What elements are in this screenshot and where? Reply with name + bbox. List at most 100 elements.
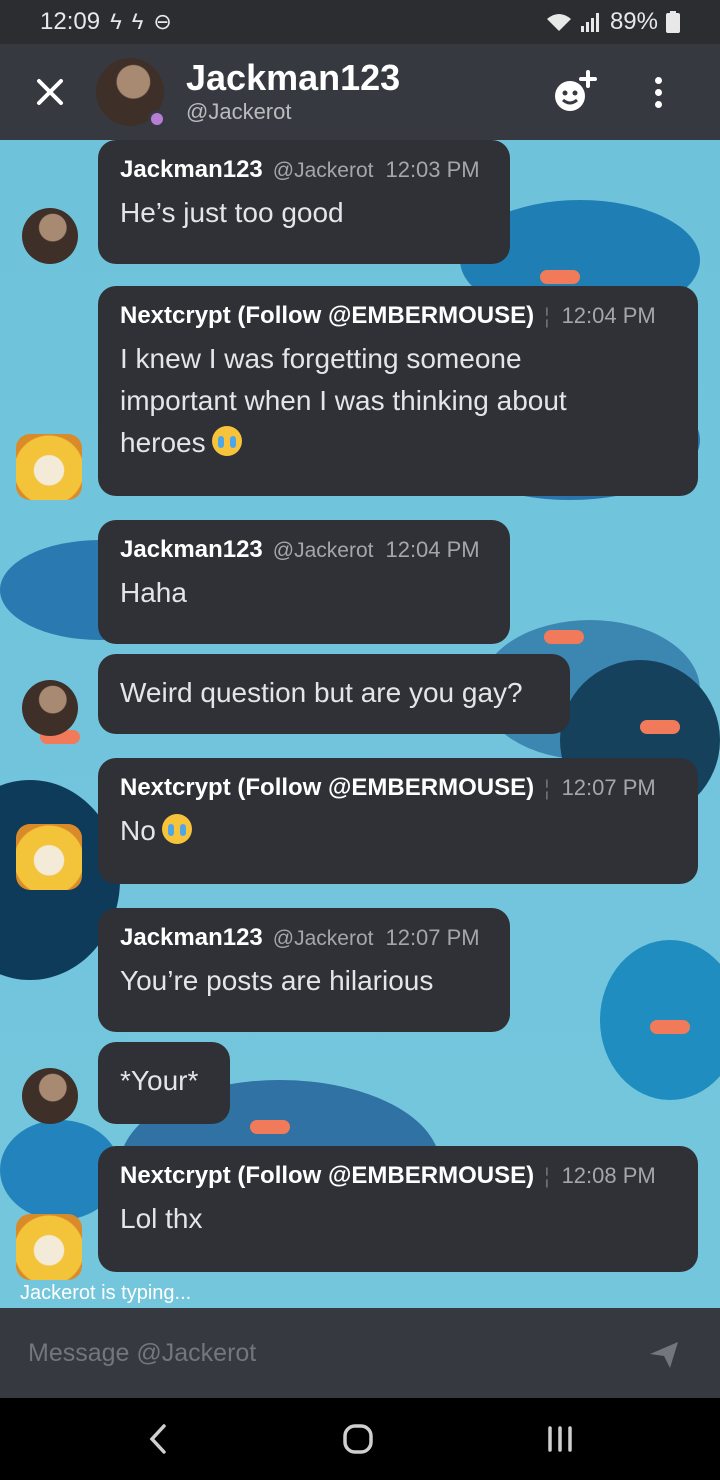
battery-icon (666, 11, 680, 33)
message-line: heroes (120, 427, 206, 458)
message-bubble[interactable]: Jackman123 @Jackerot 12:07 PM You’re pos… (98, 908, 510, 1032)
header-handle: @Jackerot (186, 99, 292, 124)
message-line: I knew I was forgetting someone (120, 343, 522, 374)
message-line: Weird question but are you gay? (120, 677, 523, 708)
message-text: No (120, 810, 676, 852)
message-handle: @Jackerot (272, 159, 374, 182)
header-titles: Jackman123 @Jackerot (186, 58, 400, 126)
add-member-icon (555, 70, 597, 111)
close-button[interactable] (20, 62, 80, 122)
message-line: important when I was thinking about (120, 385, 567, 416)
nav-back-button[interactable] (140, 1420, 176, 1458)
avatar[interactable] (22, 680, 78, 736)
battery-percent: 89% (609, 8, 658, 35)
recents-icon (548, 1426, 572, 1452)
close-icon (37, 79, 63, 105)
message-author[interactable]: Jackman123 (120, 156, 263, 184)
message-time: 12:04 PM (385, 537, 480, 562)
message-text: He’s just too good (120, 192, 488, 234)
nav-home-button[interactable] (340, 1420, 376, 1458)
background-decoration (540, 270, 580, 284)
wifi-icon (546, 14, 571, 31)
message-line: He’s just too good (120, 197, 344, 228)
message-meta: Nextcrypt (Follow @EMBERMOUSE) ¦ 12:04 P… (120, 302, 676, 330)
dm-header: Jackman123 @Jackerot (0, 44, 720, 140)
more-options-button[interactable] (640, 66, 676, 118)
message-line: You’re posts are hilarious (120, 965, 434, 996)
meta-separator: ¦ (544, 1165, 550, 1188)
loudly-crying-emoji-icon (211, 426, 242, 456)
message-text: Lol thx (120, 1198, 676, 1240)
message-author[interactable]: Jackman123 (120, 536, 263, 564)
avatar[interactable] (22, 208, 78, 264)
status-bar: 12:09 ϟ ϟ ⊖ 89% (0, 0, 720, 44)
message-composer (0, 1308, 720, 1398)
message-bubble[interactable]: Nextcrypt (Follow @EMBERMOUSE) ¦ 12:08 P… (98, 1146, 698, 1272)
avatar[interactable] (16, 824, 82, 890)
back-icon (149, 1424, 166, 1454)
message-text: *Your* (120, 1060, 208, 1102)
message-time: 12:07 PM (385, 925, 480, 950)
nav-recents-button[interactable] (542, 1422, 578, 1456)
message-bubble[interactable]: Jackman123 @Jackerot 12:03 PM He’s just … (98, 140, 510, 264)
message-list[interactable]: Jackman123 @Jackerot 12:03 PM He’s just … (0, 140, 720, 1308)
signal-icon (580, 13, 599, 32)
background-decoration (544, 630, 584, 644)
typing-indicator: Jackerot is typing... (20, 1282, 192, 1304)
message-handle: @Jackerot (272, 539, 374, 562)
message-author[interactable]: Jackman123 (120, 924, 263, 952)
message-input[interactable] (28, 1332, 608, 1374)
message-time: 12:04 PM (561, 303, 656, 328)
message-bubble[interactable]: *Your* (98, 1042, 230, 1124)
message-bubble[interactable]: Weird question but are you gay? (98, 654, 570, 734)
message-text: Haha (120, 572, 488, 614)
background-decoration (640, 720, 680, 734)
status-indicator (148, 110, 166, 128)
system-nav-bar (0, 1398, 720, 1480)
avatar[interactable] (22, 1068, 78, 1124)
message-author[interactable]: Nextcrypt (Follow @EMBERMOUSE) (120, 302, 534, 330)
send-icon (650, 1342, 678, 1368)
add-friend-button[interactable] (548, 66, 600, 118)
meta-separator: ¦ (544, 777, 550, 800)
flash-icon: ϟ (110, 9, 122, 34)
message-meta: Jackman123 @Jackerot 12:07 PM (120, 924, 488, 952)
message-author[interactable]: Nextcrypt (Follow @EMBERMOUSE) (120, 1162, 534, 1190)
send-button[interactable] (646, 1336, 682, 1372)
more-dot (654, 76, 662, 84)
message-text: You’re posts are hilarious (120, 960, 488, 1002)
background-decoration (250, 1120, 290, 1134)
more-dot (654, 100, 662, 108)
home-icon (343, 1424, 373, 1454)
message-text: I knew I was forgetting someone importan… (120, 338, 676, 464)
page-title: Jackman123 (186, 57, 401, 98)
message-handle: @Jackerot (272, 927, 374, 950)
message-meta: Nextcrypt (Follow @EMBERMOUSE) ¦ 12:07 P… (120, 774, 676, 802)
message-meta: Jackman123 @Jackerot 12:04 PM (120, 536, 488, 564)
avatar[interactable] (16, 434, 82, 500)
more-dot (654, 88, 662, 96)
loudly-crying-emoji-icon (161, 814, 192, 844)
message-line: No (120, 815, 156, 846)
status-left: 12:09 ϟ ϟ ⊖ (40, 8, 172, 36)
avatar[interactable] (96, 58, 166, 128)
avatar[interactable] (16, 1214, 82, 1280)
message-text: Weird question but are you gay? (120, 672, 548, 714)
meta-separator: ¦ (544, 305, 550, 328)
flash-icon: ϟ (131, 9, 144, 34)
status-time: 12:09 (40, 8, 101, 35)
background-decoration (650, 1020, 690, 1034)
message-meta: Nextcrypt (Follow @EMBERMOUSE) ¦ 12:08 P… (120, 1162, 676, 1190)
message-time: 12:08 PM (561, 1163, 656, 1188)
message-time: 12:03 PM (385, 157, 480, 182)
do-not-disturb-icon: ⊖ (153, 9, 172, 34)
message-line: Lol thx (120, 1203, 203, 1234)
message-bubble[interactable]: Nextcrypt (Follow @EMBERMOUSE) ¦ 12:04 P… (98, 286, 698, 496)
status-right: 89% (546, 8, 680, 36)
message-line: Haha (120, 577, 187, 608)
message-author[interactable]: Nextcrypt (Follow @EMBERMOUSE) (120, 774, 534, 802)
message-bubble[interactable]: Nextcrypt (Follow @EMBERMOUSE) ¦ 12:07 P… (98, 758, 698, 884)
message-meta: Jackman123 @Jackerot 12:03 PM (120, 156, 488, 184)
message-bubble[interactable]: Jackman123 @Jackerot 12:04 PM Haha (98, 520, 510, 644)
message-time: 12:07 PM (561, 775, 656, 800)
